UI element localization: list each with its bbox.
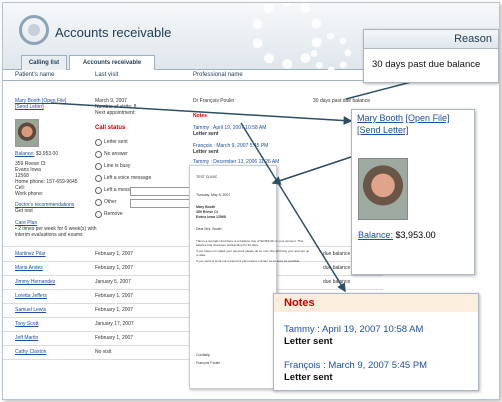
notes-popup-entry2-what: Letter sent: [284, 372, 333, 383]
notes-popup-header: Notes: [274, 294, 478, 312]
patient-popup-send-letter[interactable]: [Send Letter]: [357, 125, 409, 135]
reason-popup: Reason 30 days past due balance: [363, 29, 499, 83]
notes-popup-entry1-what: Letter sent: [284, 336, 333, 347]
patient-popup-open-file[interactable]: [Open File]: [406, 113, 450, 123]
reason-popup-title: Reason: [454, 33, 492, 45]
arrow-to-letter: [271, 152, 364, 185]
arrow-to-patient-popup: [50, 102, 353, 126]
patient-popup: Mary Booth [Open File] [Send Letter] Bal…: [351, 109, 475, 275]
reason-popup-header: Reason: [364, 30, 498, 49]
patient-popup-photo: [358, 158, 408, 220]
notes-popup-title: Notes: [284, 297, 315, 309]
patient-popup-name[interactable]: Mary Booth: [357, 113, 403, 123]
notes-popup-entry1-who: Tammy : April 19, 2007 10:58 AM: [284, 324, 424, 335]
patient-popup-balance: Balance: $3,953.00: [358, 230, 436, 240]
notes-popup: Notes Tammy : April 19, 2007 10:58 AM Le…: [273, 293, 479, 391]
arrow-to-notes-popup: [240, 122, 346, 293]
notes-popup-entry2-who: François : March 9, 2007 5:45 PM: [284, 360, 428, 371]
patient-popup-header: Mary Booth [Open File]: [357, 113, 450, 123]
app-window: Accounts receivable Calling list Account…: [2, 2, 500, 400]
reason-popup-text: 30 days past due balance: [372, 59, 481, 70]
